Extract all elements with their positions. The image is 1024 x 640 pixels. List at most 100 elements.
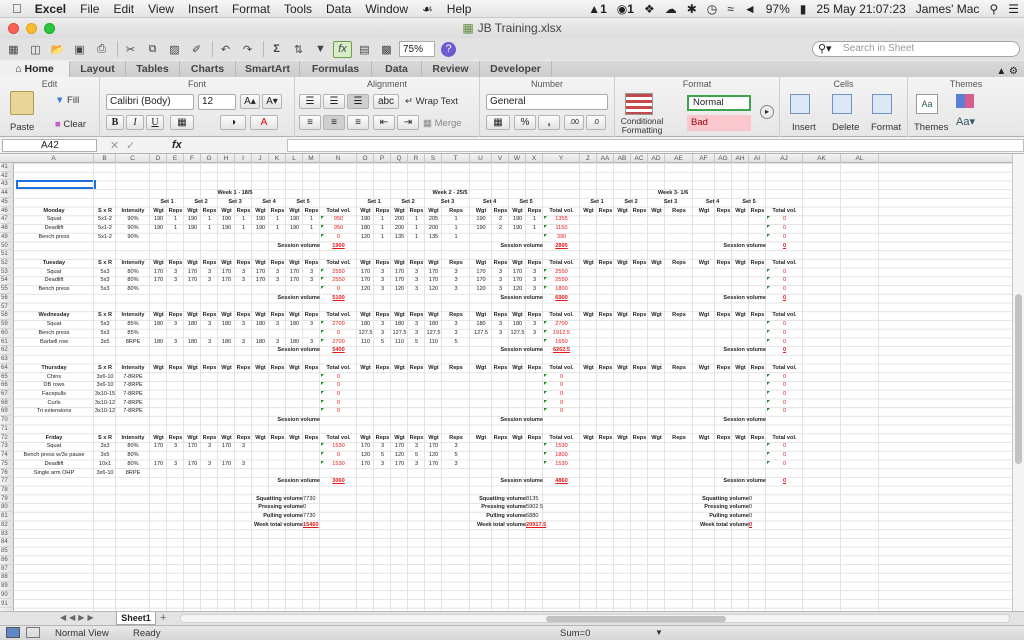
column-header[interactable]: C bbox=[116, 154, 150, 163]
sync-icon[interactable]: ◉1 bbox=[612, 2, 639, 16]
row-header[interactable]: 64 bbox=[0, 364, 14, 373]
cell[interactable]: 0 bbox=[543, 381, 580, 390]
column-header[interactable]: AB bbox=[614, 154, 631, 163]
cell[interactable]: 127.5 bbox=[425, 329, 442, 338]
styles-next-icon[interactable]: ▸ bbox=[760, 105, 774, 119]
cell[interactable]: Wgt bbox=[693, 259, 715, 268]
cell[interactable]: 85% bbox=[116, 320, 150, 329]
increase-decimal-button[interactable]: .00 bbox=[564, 115, 584, 130]
cell[interactable]: 1355 bbox=[543, 215, 580, 224]
row-header[interactable]: 63 bbox=[0, 355, 14, 364]
cell[interactable]: 5x3 bbox=[94, 329, 116, 338]
style-normal[interactable]: Normal bbox=[687, 95, 751, 111]
cell[interactable]: 170 bbox=[218, 460, 235, 469]
cell[interactable]: Wgt bbox=[648, 311, 665, 320]
cell[interactable]: Set 5 bbox=[732, 198, 766, 207]
adobe-icon[interactable]: ▲1 bbox=[583, 2, 612, 16]
cell[interactable]: Set 3 bbox=[218, 198, 252, 207]
cell[interactable]: 3 bbox=[408, 460, 425, 469]
sheet-tab[interactable]: Sheet1 bbox=[116, 612, 156, 625]
cell[interactable]: 1 bbox=[167, 215, 184, 224]
cell[interactable]: 5x1-2 bbox=[94, 224, 116, 233]
cell[interactable]: 3 bbox=[526, 285, 543, 294]
cell[interactable]: Wgt bbox=[357, 259, 374, 268]
row-header[interactable]: 42 bbox=[0, 172, 14, 181]
cell[interactable]: Bench press w/3s pause bbox=[14, 451, 94, 460]
cell[interactable]: Total vol. bbox=[543, 364, 580, 373]
vertical-scrollbar[interactable] bbox=[1012, 154, 1024, 611]
cell[interactable]: 1 bbox=[526, 224, 543, 233]
save-icon[interactable]: ▣ bbox=[70, 41, 89, 58]
cell[interactable]: 5902.5 bbox=[526, 503, 580, 512]
cell[interactable]: 3 bbox=[167, 442, 184, 451]
column-header[interactable]: B bbox=[94, 154, 116, 163]
cell[interactable]: 3 bbox=[235, 338, 252, 347]
cell[interactable]: 1 bbox=[408, 233, 425, 242]
cell[interactable]: Wgt bbox=[732, 364, 749, 373]
cell[interactable]: 3 bbox=[408, 329, 425, 338]
cell[interactable]: 0 bbox=[320, 451, 357, 460]
cell[interactable]: Total vol. bbox=[543, 259, 580, 268]
cell[interactable]: 1 bbox=[235, 224, 252, 233]
cell[interactable]: Reps bbox=[631, 364, 648, 373]
cell[interactable]: Wgt bbox=[509, 259, 526, 268]
cell[interactable]: 3 bbox=[201, 460, 218, 469]
tab-smartart[interactable]: SmartArt bbox=[236, 61, 300, 77]
cell[interactable]: 80% bbox=[116, 268, 150, 277]
cell[interactable]: 0 bbox=[320, 399, 357, 408]
cell[interactable]: Session volume bbox=[269, 416, 320, 425]
cell[interactable]: 3 bbox=[167, 320, 184, 329]
cell[interactable]: DB rows bbox=[14, 381, 94, 390]
cell[interactable]: Reps bbox=[303, 311, 320, 320]
cell[interactable]: Session volume bbox=[269, 294, 320, 303]
cell[interactable]: 90% bbox=[116, 233, 150, 242]
cell[interactable]: Reps bbox=[201, 259, 218, 268]
column-header[interactable]: T bbox=[442, 154, 470, 163]
cell[interactable]: 170 bbox=[391, 268, 408, 277]
font-color-button[interactable]: A bbox=[250, 115, 278, 130]
cell[interactable]: Wgt bbox=[184, 434, 201, 443]
column-header[interactable]: P bbox=[374, 154, 391, 163]
cell[interactable]: 0 bbox=[320, 390, 357, 399]
column-header[interactable]: A bbox=[14, 154, 94, 163]
row-header[interactable]: 53 bbox=[0, 268, 14, 277]
cell[interactable]: Wgt bbox=[693, 364, 715, 373]
cell[interactable]: Wgt bbox=[357, 311, 374, 320]
cell[interactable]: Total vol. bbox=[766, 207, 803, 216]
cell[interactable]: Reps bbox=[749, 364, 766, 373]
cell[interactable]: 3 bbox=[442, 460, 470, 469]
cell[interactable]: Reps bbox=[597, 259, 614, 268]
cell[interactable]: Reps bbox=[597, 434, 614, 443]
conditional-formatting-icon[interactable] bbox=[625, 93, 653, 115]
cell[interactable]: 1 bbox=[201, 215, 218, 224]
cell[interactable]: Wgt bbox=[614, 207, 631, 216]
cell[interactable]: Wgt bbox=[252, 207, 269, 216]
cell[interactable]: 0 bbox=[766, 338, 803, 347]
cell[interactable]: 3 bbox=[492, 268, 509, 277]
cell[interactable]: 20917.5 bbox=[526, 521, 580, 530]
cell[interactable]: 180 bbox=[286, 320, 303, 329]
column-header[interactable]: AF bbox=[693, 154, 715, 163]
cell[interactable]: Wgt bbox=[470, 259, 492, 268]
cell[interactable]: 1150 bbox=[543, 224, 580, 233]
cell[interactable]: Wgt bbox=[648, 364, 665, 373]
cell[interactable]: Reps bbox=[374, 311, 391, 320]
cell[interactable]: 170 bbox=[150, 460, 167, 469]
cell[interactable]: Total vol. bbox=[320, 207, 357, 216]
cell[interactable]: Reps bbox=[442, 207, 470, 216]
cell[interactable]: S x R bbox=[94, 434, 116, 443]
cell[interactable]: Squat bbox=[14, 268, 94, 277]
cell[interactable]: Squat bbox=[14, 442, 94, 451]
cell[interactable]: 3 bbox=[374, 329, 391, 338]
italic-button[interactable]: I bbox=[126, 115, 144, 130]
cell[interactable]: Wgt bbox=[286, 364, 303, 373]
cell[interactable]: Session volume bbox=[269, 346, 320, 355]
cell[interactable]: 0 bbox=[303, 503, 357, 512]
cell[interactable]: 170 bbox=[184, 268, 201, 277]
cell[interactable]: S x R bbox=[94, 364, 116, 373]
tab-charts[interactable]: Charts bbox=[180, 61, 236, 77]
row-header[interactable]: 70 bbox=[0, 416, 14, 425]
cell[interactable]: 2550 bbox=[543, 276, 580, 285]
new-workbook-icon[interactable]: ◫ bbox=[26, 41, 45, 58]
horizontal-scroll-thumb[interactable] bbox=[546, 616, 726, 622]
